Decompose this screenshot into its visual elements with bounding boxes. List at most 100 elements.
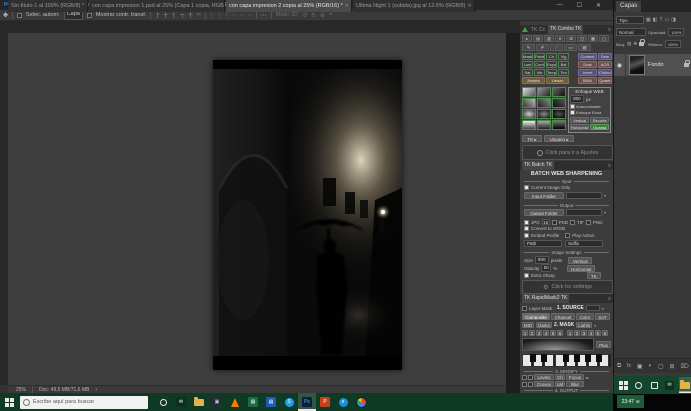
adjustment-layer-icon[interactable]: ◐	[648, 363, 652, 369]
close-tab-icon[interactable]: ✕	[345, 3, 349, 9]
suffix-dropdown[interactable]: Suffix	[565, 240, 603, 247]
darks-2-button[interactable]: 2	[574, 330, 580, 336]
explorer-button-secondary[interactable]	[679, 377, 691, 393]
mask-button[interactable]: Mask	[522, 53, 533, 60]
align-left-icon[interactable]: ├	[155, 12, 159, 18]
vertical-button[interactable]: Vertical	[570, 117, 589, 123]
vig-button[interactable]: Vig	[558, 53, 569, 60]
distribute-h-left-icon[interactable]: ┄	[233, 12, 237, 19]
align-top-icon[interactable]: ┬	[180, 12, 184, 18]
chkbrd-button[interactable]: Chkbrd	[598, 69, 612, 76]
panel-menu-icon[interactable]: ≡	[608, 27, 611, 33]
distribute-h-right-icon[interactable]: ┄	[248, 12, 252, 19]
close-button[interactable]: ✕	[596, 2, 601, 9]
lienzo-button[interactable]: Lienzo	[546, 77, 569, 84]
quartr-button[interactable]: Quartr	[598, 77, 612, 84]
fill-value[interactable]: 100%	[665, 40, 681, 48]
darks-1-button[interactable]: 1	[567, 330, 573, 336]
brush-green-icon[interactable]: ∕	[550, 44, 563, 51]
show-transform-checkbox[interactable]	[87, 13, 92, 18]
taskbar-word[interactable]: ▤	[262, 393, 280, 411]
tk-button[interactable]: TK	[587, 272, 601, 279]
cortana-button-secondary[interactable]	[632, 377, 644, 393]
mask-thumb[interactable]	[537, 109, 551, 119]
mask-thumb[interactable]	[552, 109, 566, 119]
tk-icon-play[interactable]: ▸	[522, 35, 532, 42]
tint-button[interactable]: Tint	[558, 69, 569, 76]
input-folder-button[interactable]: Input Folder	[524, 192, 564, 199]
mask-thumb[interactable]	[537, 120, 551, 130]
delete-layer-icon[interactable]: ⌦	[680, 363, 688, 370]
color-button[interactable]: Color	[576, 313, 594, 320]
mask-thumb[interactable]	[522, 109, 536, 119]
pencil-icon[interactable]: ✎	[522, 44, 535, 51]
align-right-icon[interactable]: ┤	[172, 12, 176, 18]
current-image-only-checkbox[interactable]	[524, 185, 529, 190]
recorte-button[interactable]: Recorte	[590, 117, 609, 123]
zone-piano-keys[interactable]	[522, 354, 611, 367]
status-chevron-icon[interactable]: ›	[95, 387, 97, 393]
tif-checkbox[interactable]	[570, 220, 575, 225]
mask-thumb[interactable]	[537, 87, 551, 97]
texture-icon[interactable]: ▨	[578, 44, 591, 51]
modify-e-checkbox[interactable]	[522, 382, 527, 387]
jpg-checkbox[interactable]	[524, 220, 529, 225]
extra-sharp-checkbox[interactable]	[524, 273, 529, 278]
taskbar-powerpoint[interactable]: P	[316, 393, 334, 411]
lights-2-button[interactable]: 2	[529, 330, 535, 336]
click-for-settings-button[interactable]: ⚙ Click for settings	[522, 280, 613, 294]
layer-style-icon[interactable]: fx	[627, 363, 631, 369]
content-button[interactable]: Content	[578, 53, 597, 60]
tk-menu-button[interactable]: TK ▸	[522, 135, 542, 142]
3d-roll-icon[interactable]: ↻	[311, 12, 316, 19]
curves-button[interactable]: Curves	[534, 381, 554, 387]
lights-3-button[interactable]: 3	[536, 330, 542, 336]
taskbar-edge[interactable]: e	[334, 393, 352, 411]
composite-button[interactable]: Composite	[522, 313, 550, 320]
link-layers-icon[interactable]: ⧉	[617, 363, 621, 370]
bw-button[interactable]: B&W	[578, 77, 597, 84]
autocontraste-checkbox[interactable]	[570, 104, 575, 109]
darks-5-button[interactable]: 5	[595, 330, 601, 336]
taskbar-photos[interactable]: ▣	[208, 393, 226, 411]
chevron-down-icon[interactable]: ▾	[604, 210, 606, 215]
usuario-menu-button[interactable]: Usuario ▸	[544, 135, 574, 142]
taskbar-vlc[interactable]	[226, 393, 244, 411]
layer-mask-checkbox[interactable]	[522, 306, 527, 311]
darks-6-button[interactable]: 6	[602, 330, 608, 336]
mask-thumb[interactable]	[552, 98, 566, 108]
mask-thumb[interactable]	[537, 98, 551, 108]
bal-button[interactable]: Bal	[558, 61, 569, 68]
input-folder-field[interactable]	[566, 192, 602, 199]
visibility-eye-icon[interactable]: ◉	[614, 54, 626, 76]
taskbar-excel[interactable]: ▤	[244, 393, 262, 411]
modify-w-checkbox[interactable]	[528, 375, 533, 380]
close-tab-icon[interactable]: ✕	[86, 3, 88, 9]
darks-button[interactable]: Darks	[536, 322, 552, 328]
taskbar-mail[interactable]: ✉	[172, 393, 190, 411]
chevron-down-icon[interactable]: ▾	[602, 306, 604, 311]
lights-6-button[interactable]: 6	[557, 330, 563, 336]
size-field[interactable]: 800	[535, 256, 549, 264]
3d-rotate-icon[interactable]: ↺	[302, 12, 307, 19]
3d-pan-icon[interactable]: ⊕	[320, 12, 325, 19]
path-dropdown[interactable]: Path	[524, 240, 562, 247]
distribute-v-bottom-icon[interactable]: ┆	[225, 12, 229, 19]
tab-tk-rapidmask[interactable]: TK RapidMask2 TK	[522, 294, 569, 303]
zoom-level[interactable]: 25%	[16, 387, 26, 393]
doc-tab-3-active[interactable]: con capa impresion 2 copia al 25% (RGB/1…	[226, 0, 352, 12]
dele-button[interactable]: Dele	[598, 53, 612, 60]
chevron-down-icon[interactable]: ▾	[594, 323, 596, 328]
minimize-button[interactable]: —	[557, 2, 563, 8]
web-size-field[interactable]: 800	[570, 95, 584, 103]
source-dropdown[interactable]	[586, 305, 600, 311]
tab-tk-cx[interactable]: TK Cx	[531, 27, 545, 33]
tk-icon-folder[interactable]: ▤	[533, 35, 543, 42]
layer-thumbnail[interactable]	[629, 55, 645, 75]
output-folder-button[interactable]: Output Folder	[524, 209, 564, 216]
opacity-value[interactable]: 100%	[668, 28, 684, 36]
doc-tab-4[interactable]: Ultima Night 1 (subida).jpg al 12.5% (RG…	[353, 0, 475, 12]
canvas-area[interactable]	[8, 33, 506, 385]
expo-button[interactable]: Expo	[546, 61, 557, 68]
distribute-v-top-icon[interactable]: ┆	[210, 12, 214, 19]
